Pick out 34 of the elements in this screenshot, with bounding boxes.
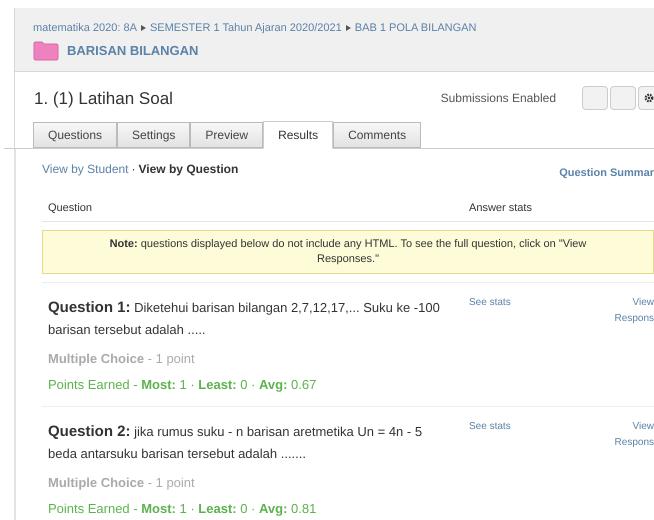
see-stats-link[interactable]: See stats	[469, 295, 511, 309]
triangle-icon	[140, 25, 146, 32]
column-header: Question	[48, 200, 94, 216]
breadcrumb-link[interactable]: BAB 1 POLA BILANGAN	[354, 20, 476, 36]
folder-icon	[33, 40, 59, 60]
folder-title: BARISAN BILANGAN	[67, 42, 198, 60]
breadcrumb-link[interactable]: SEMESTER 1 Tahun Ajaran 2020/2021	[150, 20, 342, 36]
view-link[interactable]: View by Question	[138, 160, 238, 178]
triangle-icon	[346, 25, 351, 32]
settings-button[interactable]	[638, 86, 654, 110]
tab[interactable]: Comments	[333, 122, 422, 148]
tab[interactable]: Questions	[33, 122, 118, 148]
view-responses-link[interactable]: View Respons	[614, 295, 654, 394]
view-responses-link[interactable]: View Respons	[614, 419, 654, 518]
question-text: Question 1: Diketehui barisan bilangan 2,7,12,17,... Suku ke -100 barisan tersebut adalah .....	[48, 298, 441, 339]
tab[interactable]: Preview	[190, 122, 264, 148]
column-header: Answer stats	[469, 200, 532, 216]
question-type: Multiple Choice - 1 point	[48, 350, 196, 368]
view-link[interactable]: View by Student	[42, 160, 129, 178]
breadcrumb-link[interactable]: matematika 2020: 8A	[33, 20, 137, 36]
toolbar-button[interactable]	[582, 86, 608, 110]
points-summary: Points Earned - Most: 1 · Least: 0 · Avg: 0.81	[48, 500, 318, 518]
status-text: Submissions Enabled	[440, 90, 556, 108]
tab[interactable]: Settings	[117, 122, 190, 148]
summary-link[interactable]: Question Summar	[559, 165, 654, 182]
note-banner: Note: questions displayed below do not include any HTML. To see the full question, click on "View Responses."	[42, 230, 654, 274]
gear-icon	[644, 93, 654, 104]
question-type: Multiple Choice - 1 point	[48, 474, 196, 492]
question-text: Question 2: jika rumus suku - n barisan aretmetika Un = 4n - 5 beda antarsuku barisan tersebut adalah .......	[48, 422, 424, 463]
see-stats-link[interactable]: See stats	[469, 419, 511, 433]
points-summary: Points Earned - Most: 1 · Least: 0 · Avg: 0.67	[48, 376, 318, 394]
separator-dot: ·	[132, 161, 136, 178]
tab[interactable]: Results	[263, 121, 334, 149]
page-title: 1. (1) Latihan Soal	[34, 88, 173, 110]
